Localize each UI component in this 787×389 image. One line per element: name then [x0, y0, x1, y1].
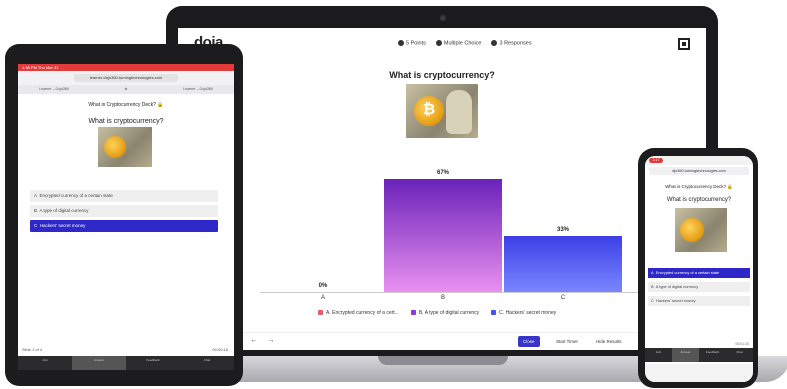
phone-status-bar: 1:17 — [645, 156, 753, 165]
multiple-choice-icon — [435, 40, 442, 46]
question-title: What is cryptocurrency? — [389, 70, 495, 80]
nav-feedback[interactable]: Feedback — [699, 348, 726, 362]
presenter-toolbar: ‹ ← → Close Start Timer Hide Results — [178, 332, 706, 350]
nav-chat[interactable]: Chat — [726, 348, 753, 362]
nav-answer[interactable]: Answer — [72, 356, 126, 370]
phone-url-field[interactable]: djo360.turningtechnologies.com — [649, 167, 749, 175]
laptop-notch — [378, 356, 508, 365]
next-slide-button[interactable]: → — [267, 337, 274, 344]
nav-feedback[interactable]: Feedback — [126, 356, 180, 370]
tablet-status-bar: 1:38 PM Thu Mar 31 — [18, 64, 234, 71]
answer-option-c[interactable]: C Hackers' secret money — [30, 220, 218, 232]
close-poll-button[interactable]: Close — [518, 336, 540, 347]
question-image: ₿ — [406, 84, 478, 138]
tablet-url-field[interactable]: learner-dojo360.turningtechnologies.com — [74, 74, 178, 82]
tablet-browser-bar: learner-dojo360.turningtechnologies.com — [18, 71, 234, 85]
chart-axis — [260, 292, 640, 293]
phone-bottom-nav: Join Answer Feedback Chat — [645, 348, 753, 362]
bitcoin-icon: ₿ — [414, 96, 444, 126]
answer-option-a[interactable]: A Encrypted currency of a certain state — [30, 190, 218, 202]
points-meta: 5 Points — [398, 40, 426, 46]
chart-value-label-b: 67% — [436, 170, 449, 176]
nav-join[interactable]: Join — [18, 356, 72, 370]
tablet-bottom-nav: Join Answer Feedback Chat — [18, 356, 234, 370]
question-meta: 5 Points Multiple Choice 3 Responses — [398, 40, 532, 46]
legend-swatch-c — [491, 310, 497, 316]
question-title: What is cryptocurrency? — [666, 197, 732, 203]
legend-item-b: B. A type of digital currency — [410, 310, 479, 316]
slide-nav: ‹ ← → — [238, 337, 274, 344]
hide-results-button[interactable]: Hide Results — [596, 339, 622, 344]
answer-option-b[interactable]: B A type of digital currency — [648, 282, 750, 292]
chart-value-label-c: 33% — [556, 227, 569, 233]
chart-category-label-c: C — [560, 295, 566, 301]
chart-legend: A. Encrypted currency of a cert... B. A … — [318, 310, 556, 316]
legend-item-c: C. Hackers' secret money — [491, 310, 556, 316]
deck-title: What is Cryptocurrency Deck? 🔒 — [88, 102, 164, 108]
type-meta: Multiple Choice — [435, 40, 481, 46]
legend-swatch-a — [318, 310, 323, 316]
elapsed-time: 00:00:16 — [212, 347, 228, 352]
deck-title: What is Cryptocurrency Deck? 🔒 — [665, 184, 733, 189]
banknote-portrait — [446, 90, 472, 134]
responses-meta: 3 Responses — [491, 40, 532, 46]
previous-slide-button[interactable]: ← — [250, 337, 257, 344]
laptop-camera — [440, 15, 446, 21]
browser-tab[interactable]: Learner – Dojo360 — [18, 85, 90, 94]
nav-answer[interactable]: Answer — [672, 348, 699, 362]
question-image — [98, 127, 152, 167]
tablet-browser-tabs: Learner – Dojo360 ⊕ Learner – Dojo360 — [18, 85, 234, 94]
chart-category-label-a: A — [320, 295, 325, 301]
browser-tab[interactable]: Learner – Dojo360 — [162, 85, 234, 94]
elapsed-time: 00:01:20 — [735, 342, 749, 346]
qr-code-icon[interactable] — [678, 38, 690, 50]
chart-category-label-b: B — [440, 295, 445, 301]
device-mockup-stage: doja 5 Points Multiple Choice 3 Response… — [0, 0, 787, 389]
legend-swatch-b — [410, 310, 416, 316]
question-title: What is cryptocurrency? — [88, 118, 164, 125]
answer-option-c[interactable]: C Hackers' secret money — [648, 296, 750, 306]
nav-join[interactable]: Join — [645, 348, 672, 362]
new-tab-button[interactable]: ⊕ — [90, 85, 162, 94]
responses-icon — [491, 40, 498, 46]
tablet-screen: 1:38 PM Thu Mar 31 learner-dojo360.turni… — [18, 64, 234, 370]
start-timer-button[interactable]: Start Timer — [556, 339, 578, 344]
question-image — [675, 208, 727, 252]
phone-screen: 1:17 djo360.turningtechnologies.com What… — [645, 156, 753, 382]
chart-bar-c — [504, 236, 622, 292]
bitcoin-icon — [104, 136, 126, 158]
nav-chat[interactable]: Chat — [180, 356, 234, 370]
legend-item-a: A. Encrypted currency of a cert... — [318, 310, 399, 316]
phone-browser-toolbar — [645, 364, 753, 382]
chart-bar-b — [384, 179, 502, 292]
laptop-screen: doja 5 Points Multiple Choice 3 Response… — [178, 28, 706, 350]
points-icon — [398, 40, 404, 46]
bitcoin-icon — [680, 218, 704, 242]
answer-option-b[interactable]: B A type of digital currency — [30, 205, 218, 217]
answer-option-a[interactable]: A Encrypted currency of a certain state — [648, 268, 750, 278]
phone-time: 1:17 — [649, 158, 663, 163]
slide-counter: Slide 1 of 4 — [22, 347, 43, 352]
chart-value-label-a: 0% — [318, 283, 328, 289]
